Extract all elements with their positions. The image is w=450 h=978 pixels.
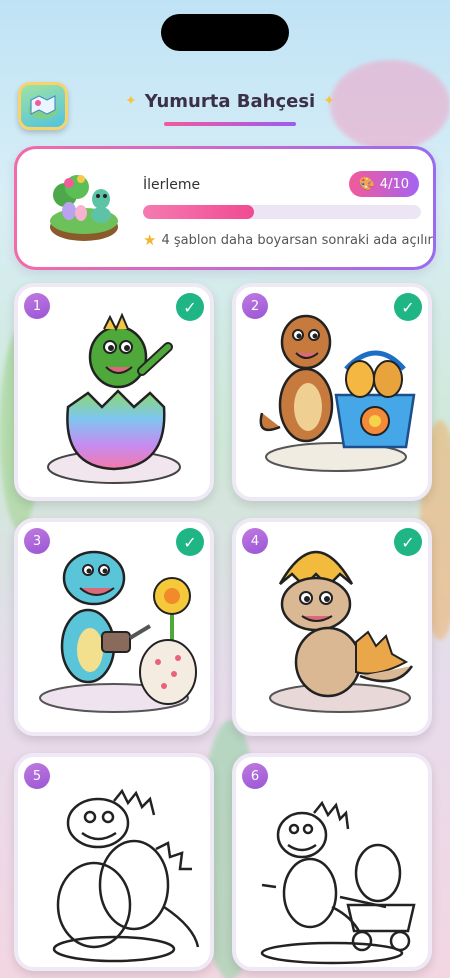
progress-count-text: 4/10 bbox=[379, 176, 409, 192]
progress-bar bbox=[143, 205, 421, 219]
progress-card: İlerleme 🎨 4/10 ★ 4 şablon daha boyarsan… bbox=[14, 146, 436, 270]
template-number-badge: 5 bbox=[24, 763, 50, 789]
island-illustration bbox=[50, 175, 118, 241]
template-number-badge: 6 bbox=[242, 763, 268, 789]
template-card-2[interactable]: 2 ✓ bbox=[232, 283, 432, 501]
island-map-button[interactable] bbox=[18, 82, 68, 130]
palette-icon: 🎨 bbox=[358, 176, 375, 192]
title-underline bbox=[164, 121, 296, 126]
dino-hugging-egg-artwork bbox=[52, 788, 200, 963]
completed-check-icon: ✓ bbox=[394, 528, 422, 556]
completed-check-icon: ✓ bbox=[176, 293, 204, 321]
sparkle-icon: ✦ bbox=[323, 93, 335, 109]
template-number-badge: 1 bbox=[24, 293, 50, 319]
template-card-6[interactable]: 6 bbox=[232, 753, 432, 971]
template-card-4[interactable]: 4 ✓ bbox=[232, 518, 432, 736]
unlock-hint: ★ 4 şablon daha boyarsan sonraki ada açı… bbox=[143, 231, 433, 249]
template-number-badge: 2 bbox=[242, 293, 268, 319]
template-card-3[interactable]: 3 ✓ bbox=[14, 518, 214, 736]
completed-check-icon: ✓ bbox=[176, 528, 204, 556]
template-number-badge: 4 bbox=[242, 528, 268, 554]
template-number-badge: 3 bbox=[24, 528, 50, 554]
page-title: Yumurta Bahçesi bbox=[144, 90, 316, 112]
device-notch bbox=[161, 14, 289, 51]
unlock-hint-text: 4 şablon daha boyarsan sonraki ada açılı… bbox=[161, 232, 433, 248]
progress-count-badge: 🎨 4/10 bbox=[348, 171, 419, 197]
island-map-icon bbox=[28, 95, 58, 119]
star-icon: ★ bbox=[143, 231, 157, 249]
page-header: ✦ Yumurta Bahçesi ✦ bbox=[120, 90, 340, 126]
sparkle-icon: ✦ bbox=[125, 93, 137, 109]
progress-bar-fill bbox=[143, 205, 255, 219]
completed-check-icon: ✓ bbox=[394, 293, 422, 321]
template-card-5[interactable]: 5 bbox=[14, 753, 214, 971]
progress-label: İlerleme bbox=[143, 177, 201, 193]
dino-pulling-cart-artwork bbox=[260, 800, 416, 965]
template-card-1[interactable]: 1 ✓ bbox=[14, 283, 214, 501]
